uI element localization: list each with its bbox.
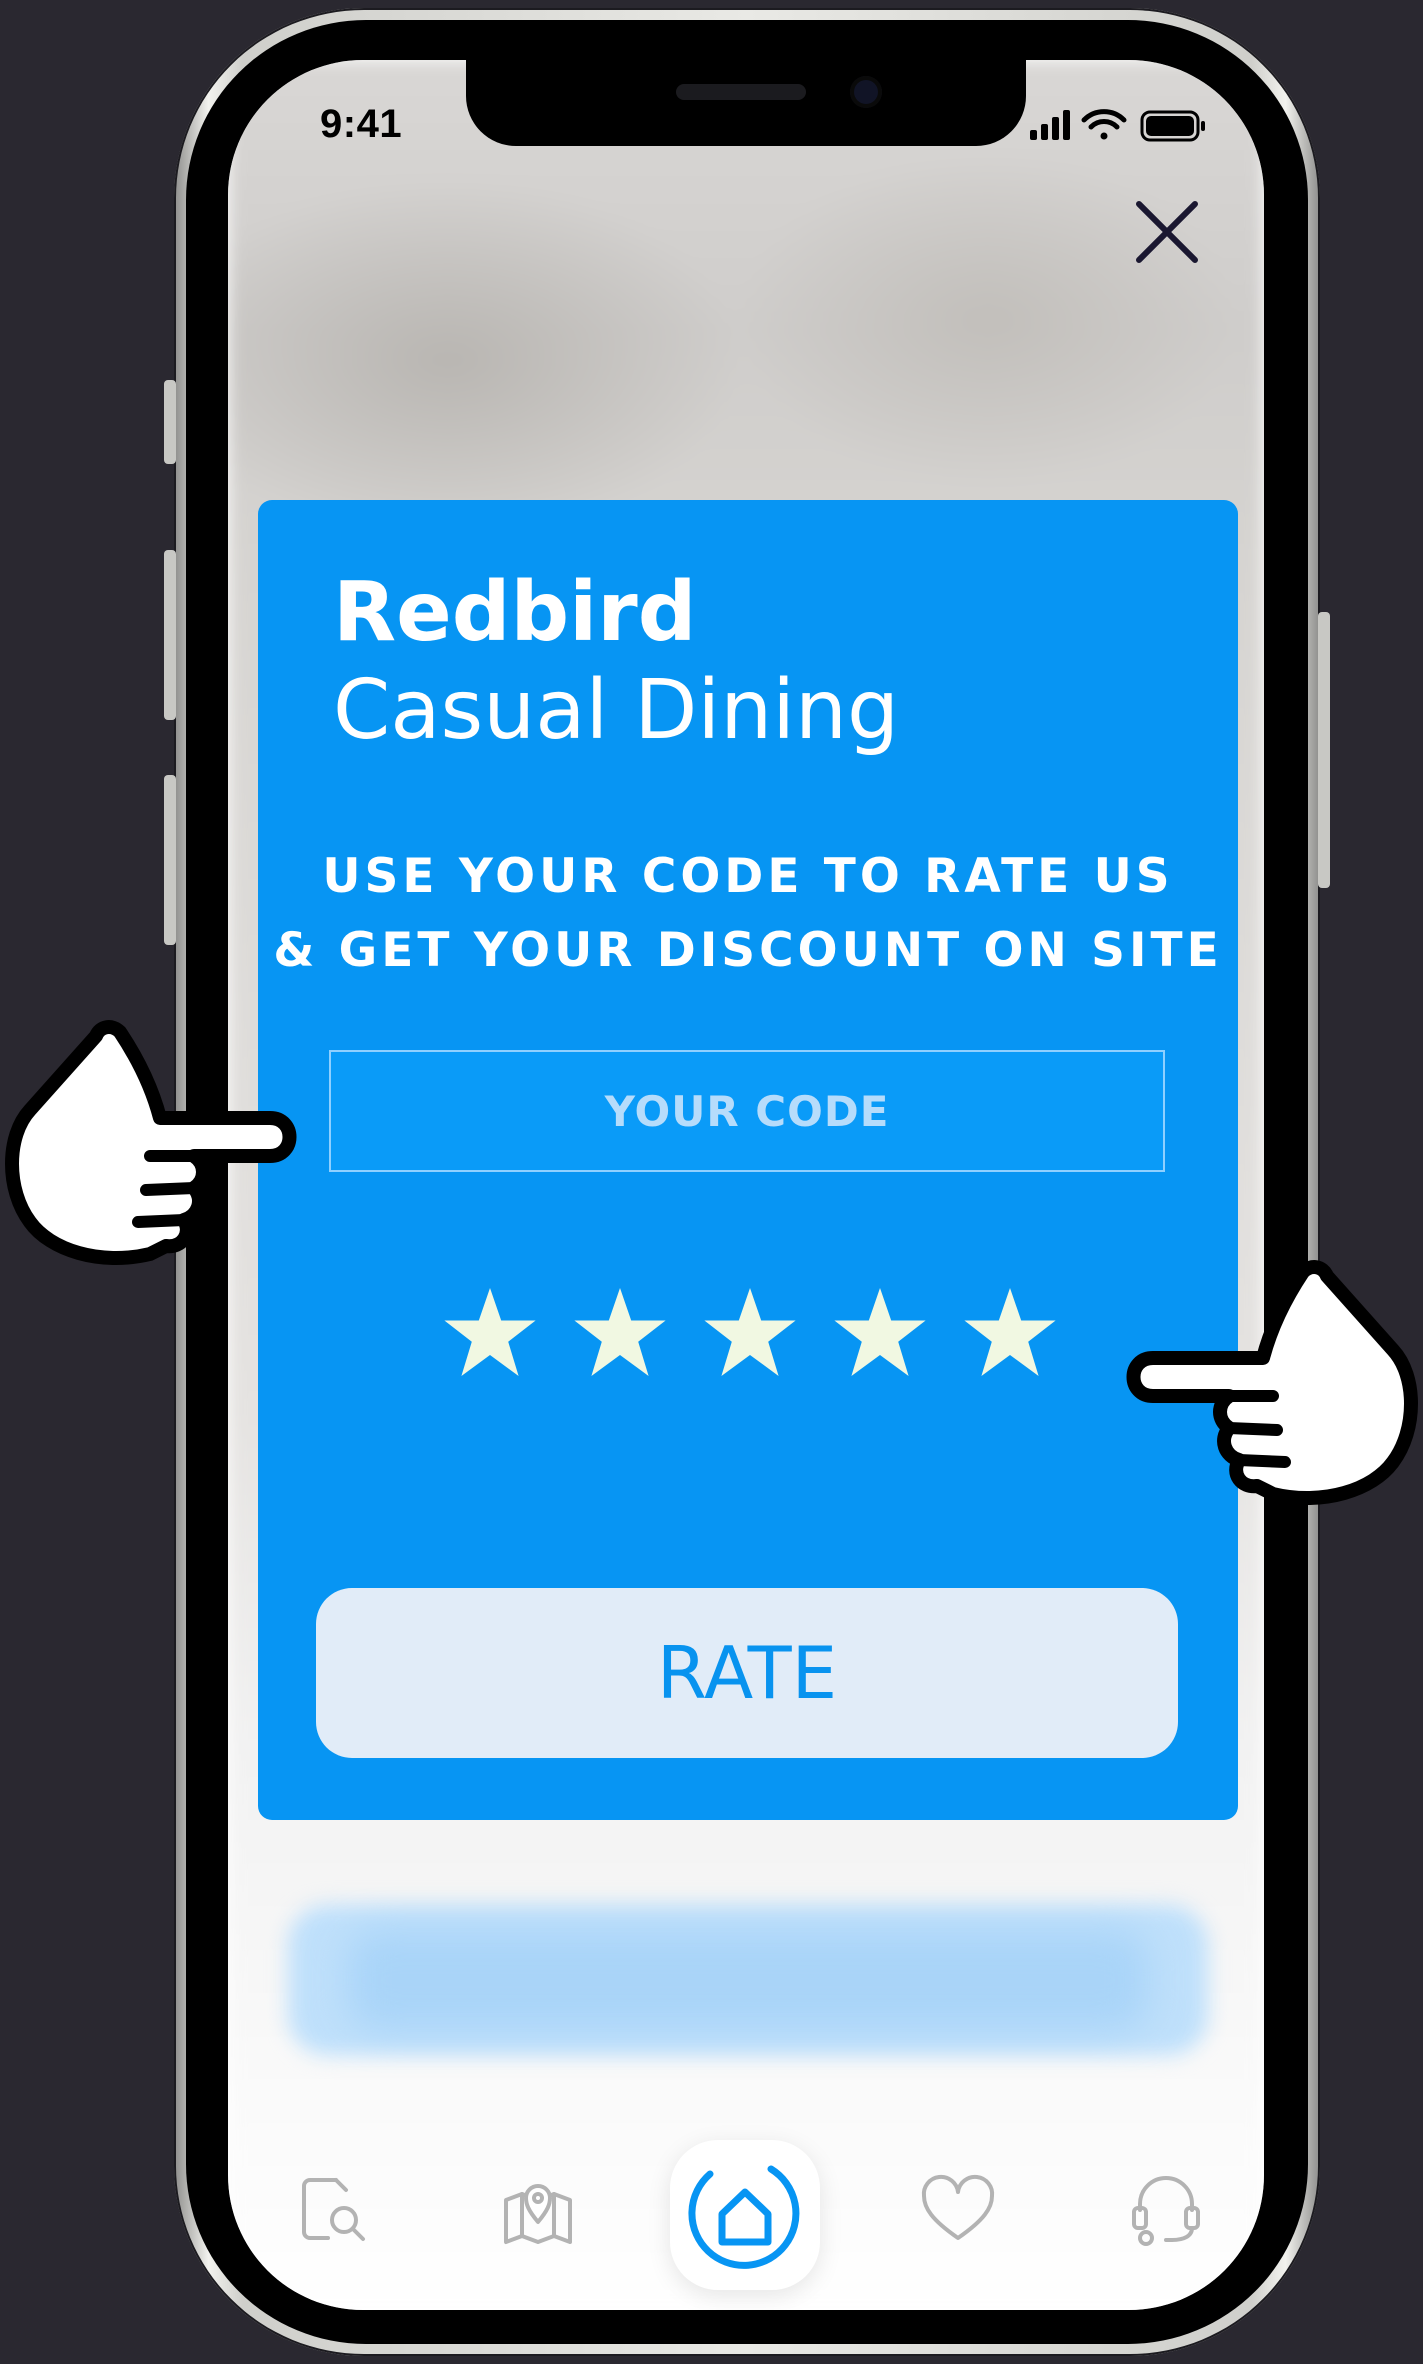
code-input[interactable] <box>329 1050 1165 1172</box>
notch <box>466 60 1026 146</box>
star-1-icon[interactable] <box>440 1284 540 1384</box>
rating-instructions: USE YOUR CODE TO RATE US & GET YOUR DISC… <box>258 840 1238 988</box>
star-rating <box>440 1284 1060 1394</box>
phone-screen: 9:41 Redbird Casual Dining USE YOUR CODE… <box>228 60 1264 2310</box>
star-5-icon[interactable] <box>960 1284 1060 1384</box>
search-document-icon[interactable] <box>292 2170 372 2250</box>
phone-volume-down <box>164 775 176 945</box>
front-camera <box>850 76 882 108</box>
phone-mute-switch <box>164 380 176 464</box>
tab-home[interactable] <box>670 2140 820 2290</box>
phone-volume-up <box>164 550 176 720</box>
instructions-line-1: USE YOUR CODE TO RATE US <box>322 849 1174 904</box>
rating-modal: Redbird Casual Dining USE YOUR CODE TO R… <box>258 500 1238 1820</box>
restaurant-name: Redbird <box>333 565 697 660</box>
cellular-signal-icon <box>1030 110 1070 140</box>
status-icons <box>1030 109 1205 142</box>
bottom-tab-bar <box>228 2110 1264 2310</box>
phone-power-button <box>1318 612 1330 888</box>
restaurant-category: Casual Dining <box>333 663 899 758</box>
rate-button[interactable]: RATE <box>316 1588 1178 1758</box>
status-time: 9:41 <box>320 102 403 146</box>
blurred-banner-inner <box>348 1930 1148 2030</box>
map-pin-icon[interactable] <box>498 2170 578 2250</box>
wifi-icon <box>1081 109 1127 140</box>
pointing-hand-left-icon <box>5 1020 297 1265</box>
instructions-line-2: & GET YOUR DISCOUNT ON SITE <box>273 923 1223 978</box>
home-icon <box>688 2165 800 2269</box>
star-4-icon[interactable] <box>830 1284 930 1384</box>
support-headset-icon[interactable] <box>1126 2170 1206 2250</box>
earpiece-speaker <box>676 84 806 100</box>
pointing-hand-right-icon <box>1126 1260 1418 1505</box>
star-2-icon[interactable] <box>570 1284 670 1384</box>
close-icon[interactable] <box>1133 198 1201 266</box>
heart-icon[interactable] <box>918 2170 998 2250</box>
battery-icon <box>1140 110 1205 142</box>
star-3-icon[interactable] <box>700 1284 800 1384</box>
